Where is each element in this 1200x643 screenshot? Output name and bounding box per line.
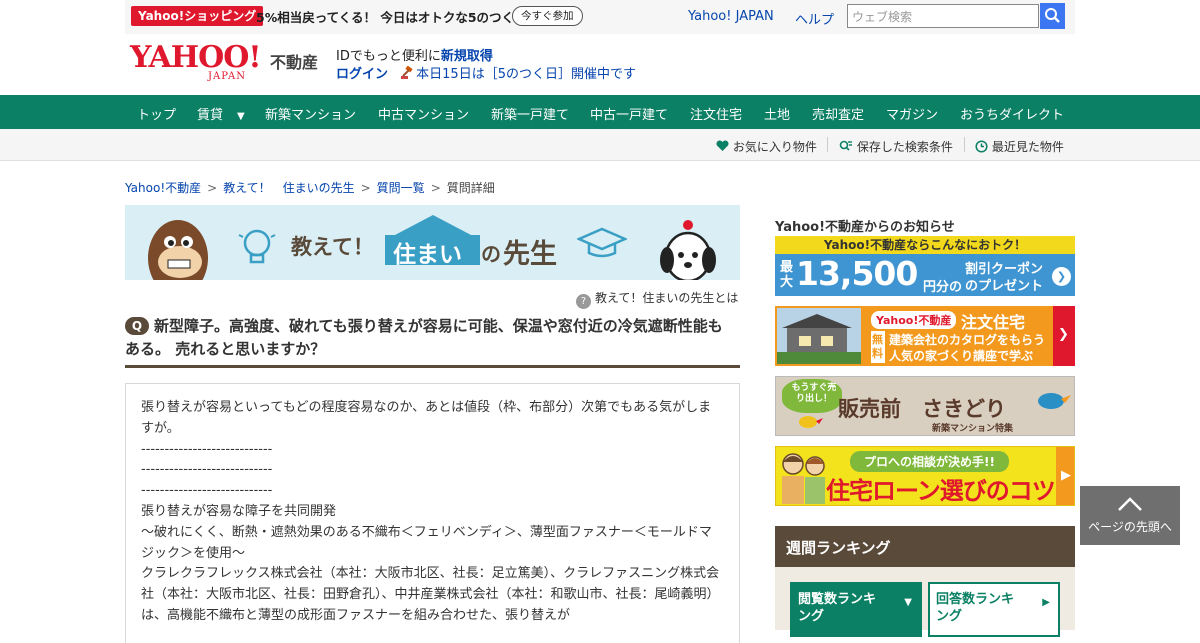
login-link[interactable]: ログイン [336, 67, 388, 82]
question-icon: ? [576, 294, 591, 309]
weekly-ranking-title: 週間ランキング [775, 526, 1075, 567]
housing-loan-banner[interactable]: プロへの相談が決め手!! 住宅ローン選びのコツ ▶ [775, 446, 1075, 506]
help-link[interactable]: ヘルプ [795, 9, 834, 28]
recent-link[interactable]: 最近見た物件 [975, 138, 1064, 155]
nav-used-mansion[interactable]: 中古マンション [378, 104, 469, 123]
id-promo: IDでもっと便利に新規取得 [336, 49, 493, 64]
breadcrumb: Yahoo!不動産 > 教えて！ 住まいの先生 > 質問一覧 > 質問詳細 [125, 181, 495, 195]
tab-answers-ranking[interactable]: 回答数ランキング ▶ [928, 582, 1060, 637]
pre-sale-banner[interactable]: もうすぐ売り出し！ 販売前 さきどり 新築マンション特集 [775, 376, 1075, 436]
sub-nav: お気に入り物件 保存した検索条件 最近見た物件 [0, 129, 1200, 161]
coupon-banner[interactable]: Yahoo!不動産ならこんなにおトク！ 最大 13,500 円分の 割引クーポン… [775, 236, 1075, 296]
join-now-button[interactable]: 今すぐ参加 [512, 6, 583, 26]
nav-land[interactable]: 土地 [764, 104, 790, 123]
nav-used-house[interactable]: 中古一戸建て [590, 104, 668, 123]
back-to-top-button[interactable]: ページの先頭へ [1080, 486, 1180, 545]
question-title: 新型障子。高強度、破れても張り替えが容易に可能、保温や窓付近の冷気遮断性能もある… [125, 317, 723, 358]
saved-search-link[interactable]: 保存した検索条件 [839, 138, 953, 155]
nav-new-mansion[interactable]: 新築マンション [265, 104, 356, 123]
nav-new-house[interactable]: 新築一戸建て [491, 104, 569, 123]
nav-ouchi-direct[interactable]: おうちダイレクト [960, 104, 1064, 123]
title-divider [125, 365, 740, 368]
nav-sell[interactable]: 売却査定 [812, 104, 864, 123]
arrow-right-icon: ❯ [1052, 267, 1071, 286]
dog-mascot-icon [660, 220, 716, 280]
heart-icon [716, 140, 729, 151]
custom-house-banner[interactable]: Yahoo!不動産 注文住宅 無料 建築会社のカタログをもらう 人気の家づくり講… [775, 306, 1075, 366]
graduation-cap-icon [577, 227, 627, 258]
tab-views-ranking[interactable]: 閲覧数ランキング ▼ [790, 582, 922, 637]
sumai-sensei-banner[interactable]: 教えて！ 住まい の 先生 [125, 205, 740, 280]
search-button[interactable] [1040, 3, 1065, 29]
arrow-right-icon: ▶ [1061, 468, 1071, 483]
web-search-input[interactable]: ウェブ検索 [847, 4, 1039, 28]
clock-icon [975, 140, 988, 153]
breadcrumb-current: 質問詳細 [446, 181, 495, 195]
hammer-icon [401, 66, 413, 79]
chevron-up-icon [1118, 497, 1142, 511]
main-nav: トップ 賃貸 ▼ 新築マンション 中古マンション 新築一戸建て 中古一戸建て 注文… [0, 95, 1200, 129]
saved-search-icon [839, 140, 852, 151]
favorites-link[interactable]: お気に入り物件 [716, 138, 817, 155]
arrow-right-icon: ❯ [1058, 327, 1069, 342]
question-body: 張り替えが容易といってもどの程度容易なのか、あとは値段（枠、布部分）次第でもある… [125, 383, 740, 643]
notice-title: Yahoo!不動産からのお知らせ [775, 220, 955, 235]
monkey-mascot-icon [148, 220, 208, 280]
event-link[interactable]: 本日15日は［5のつく日］開催中です [400, 66, 636, 82]
yahoo-fudosan-logo[interactable]: YAHOO! JAPAN 不動産 [130, 43, 318, 83]
people-icon [782, 453, 825, 504]
caret-down-icon: ▼ [237, 111, 245, 122]
promo-bar: Yahoo!ショッピング 5%相当戻ってくる！ 今日はオトクな5のつく日 今すぐ… [125, 0, 1075, 34]
ranking-tabs: 閲覧数ランキング ▼ 回答数ランキング ▶ [775, 567, 1075, 637]
caret-right-icon: ▶ [1042, 597, 1050, 608]
lightbulb-icon [238, 229, 276, 264]
breadcrumb-questions[interactable]: 質問一覧 [377, 181, 425, 195]
nav-top[interactable]: トップ [137, 104, 176, 123]
bird-icon [799, 416, 823, 428]
breadcrumb-fudosan[interactable]: Yahoo!不動産 [125, 181, 201, 195]
signup-link[interactable]: 新規取得 [441, 49, 493, 64]
shopping-badge[interactable]: Yahoo!ショッピング [131, 6, 264, 26]
breadcrumb-sensei[interactable]: 教えて！ 住まいの先生 [223, 181, 354, 195]
bird-icon [1038, 393, 1071, 409]
search-icon [1045, 8, 1060, 23]
house-photo [777, 308, 861, 364]
promo-text[interactable]: 5%相当戻ってくる！ 今日はオトクな5のつく日 [256, 7, 527, 26]
yahoo-japan-link[interactable]: Yahoo! JAPAN [688, 9, 774, 24]
nav-chintai[interactable]: 賃貸 ▼ [197, 104, 245, 123]
login-row: ログイン 本日15日は［5のつく日］開催中です [336, 63, 636, 82]
nav-magazine[interactable]: マガジン [886, 104, 938, 123]
nav-custom-house[interactable]: 注文住宅 [690, 104, 742, 123]
about-sensei-link[interactable]: ? 教えて！住まいの先生とは [576, 289, 738, 309]
caret-down-icon: ▼ [904, 597, 912, 608]
